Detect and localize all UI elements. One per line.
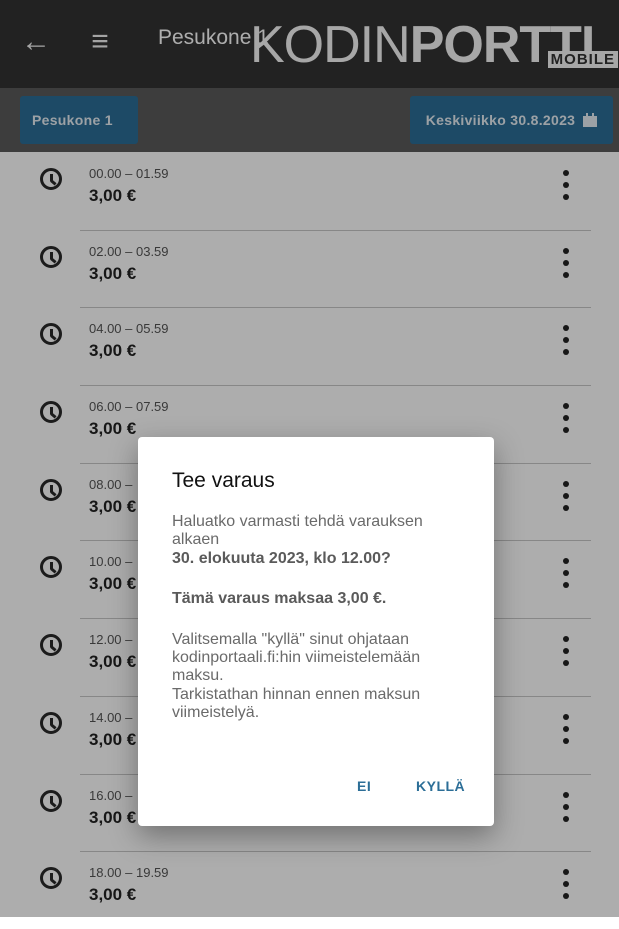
dialog-question: Haluatko varmasti tehdä varauksen alkaen: [172, 513, 423, 549]
reservation-dialog: Tee varaus Haluatko varmasti tehdä varau…: [138, 437, 494, 826]
dialog-info-redirect: Valitsemalla "kyllä" sinut ohjataan kodi…: [172, 630, 421, 685]
dialog-datetime: 30. elokuuta 2023, klo 12.00?: [172, 549, 391, 567]
dialog-info-check: Tarkistathan hinnan ennen maksun viimeis…: [172, 685, 421, 722]
dialog-body: Haluatko varmasti tehdä varauksen alkaen…: [172, 513, 472, 723]
dialog-title: Tee varaus: [172, 469, 275, 492]
dialog-cost: Tämä varaus maksaa 3,00 €.: [172, 590, 387, 608]
confirm-button[interactable]: KYLLÄ: [416, 778, 465, 794]
cancel-button[interactable]: EI: [357, 778, 371, 794]
